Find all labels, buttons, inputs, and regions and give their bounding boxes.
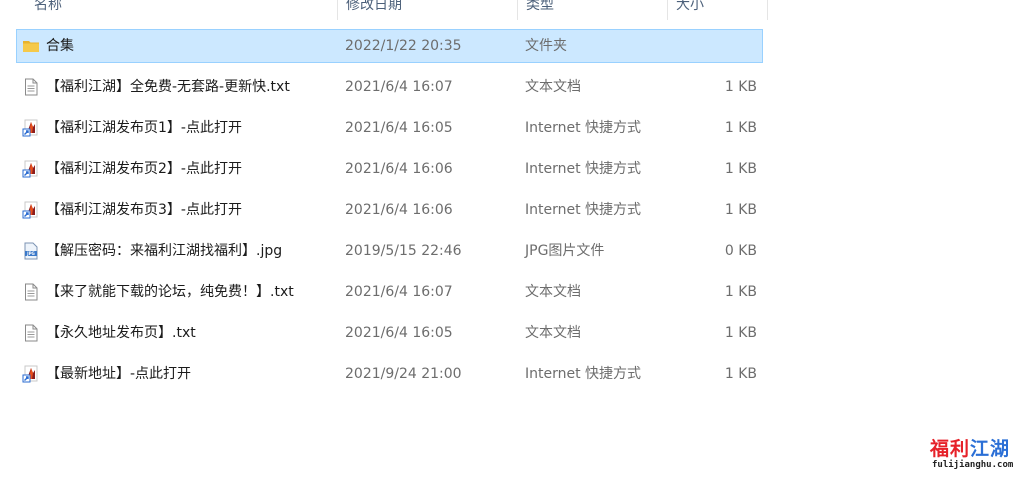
internet-shortcut-icon	[22, 201, 40, 219]
file-name: 【福利江湖发布页2】-点此打开	[46, 161, 242, 177]
file-type: Internet 快捷方式	[525, 161, 642, 177]
file-row[interactable]: 【福利江湖】全免费-无套路-更新快.txt 2021/6/4 16:07 文本文档 1…	[16, 70, 763, 104]
internet-shortcut-icon	[22, 160, 40, 178]
file-name: 【最新地址】-点此打开	[46, 366, 192, 382]
file-date-modified: 2021/6/4 16:05	[345, 325, 453, 341]
column-header-name[interactable]: 名称	[26, 0, 338, 20]
watermark-title-part1: 福利	[930, 438, 971, 460]
file-date-modified: 2021/9/24 21:00	[345, 366, 462, 382]
file-name: 【福利江湖发布页1】-点此打开	[46, 120, 242, 136]
file-date-modified: 2022/1/22 20:35	[345, 38, 462, 54]
file-type: Internet 快捷方式	[525, 202, 642, 218]
file-type: 文本文档	[525, 325, 581, 341]
file-type: 文本文档	[525, 79, 581, 95]
text-file-icon	[22, 324, 40, 342]
text-file-icon	[22, 78, 40, 96]
folder-icon	[22, 37, 40, 55]
file-name: 合集	[46, 38, 74, 54]
column-header-size[interactable]: 大小	[668, 0, 768, 20]
file-size: 1 KB	[724, 325, 757, 341]
column-header-type[interactable]: 类型	[518, 0, 668, 20]
file-name: 【福利江湖发布页3】-点此打开	[46, 202, 242, 218]
file-type: 文本文档	[525, 284, 581, 300]
file-date-modified: 2021/6/4 16:06	[345, 202, 453, 218]
column-header-date-modified[interactable]: 修改日期	[338, 0, 518, 20]
file-name: 【福利江湖】全免费-无套路-更新快.txt	[46, 79, 290, 95]
file-row[interactable]: 【永久地址发布页】.txt 2021/6/4 16:05 文本文档 1 KB	[16, 316, 763, 350]
file-row[interactable]: 【来了就能下载的论坛，纯免费！】.txt 2021/6/4 16:07 文本文档 1 …	[16, 275, 763, 309]
file-size: 1 KB	[724, 366, 757, 382]
file-date-modified: 2021/6/4 16:05	[345, 120, 453, 136]
file-size: 0 KB	[724, 243, 757, 259]
file-row[interactable]: JPG 【解压密码：来福利江湖找福利】.jpg 2019/5/15 22:46 JPG…	[16, 234, 763, 268]
file-size: 1 KB	[724, 161, 757, 177]
file-size: 1 KB	[724, 202, 757, 218]
file-type: JPG图片文件	[525, 243, 605, 259]
fulijianghu-watermark-logo: 福利江湖 fulijianghu.com	[930, 434, 1026, 474]
svg-text:JPG: JPG	[26, 251, 35, 256]
file-size: 1 KB	[724, 120, 757, 136]
file-name: 【来了就能下载的论坛，纯免费！】.txt	[46, 284, 294, 300]
file-row[interactable]: 【福利江湖发布页3】-点此打开 2021/6/4 16:06 Internet 快捷…	[16, 193, 763, 227]
file-row[interactable]: 【最新地址】-点此打开 2021/9/24 21:00 Internet 快捷方式 1…	[16, 357, 763, 391]
text-file-icon	[22, 283, 40, 301]
watermark-title: 福利江湖	[930, 434, 1010, 461]
file-date-modified: 2019/5/15 22:46	[345, 243, 462, 259]
file-row[interactable]: 【福利江湖发布页1】-点此打开 2021/6/4 16:05 Internet 快捷…	[16, 111, 763, 145]
file-date-modified: 2021/6/4 16:06	[345, 161, 453, 177]
file-size: 1 KB	[724, 284, 757, 300]
file-name: 【解压密码：来福利江湖找福利】.jpg	[46, 243, 283, 259]
file-size: 1 KB	[724, 79, 757, 95]
file-row[interactable]: 【福利江湖发布页2】-点此打开 2021/6/4 16:06 Internet 快捷…	[16, 152, 763, 186]
internet-shortcut-icon	[22, 119, 40, 137]
watermark-title-part2: 江湖	[970, 438, 1011, 460]
file-row[interactable]: 合集 2022/1/22 20:35 文件夹	[16, 29, 763, 63]
file-date-modified: 2021/6/4 16:07	[345, 79, 453, 95]
file-type: 文件夹	[525, 38, 567, 54]
column-header-bar: 名称 修改日期 类型 大小	[0, 0, 770, 20]
file-date-modified: 2021/6/4 16:07	[345, 284, 453, 300]
file-name: 【永久地址发布页】.txt	[46, 325, 196, 341]
file-type: Internet 快捷方式	[525, 120, 642, 136]
jpg-file-icon: JPG	[22, 242, 40, 260]
file-type: Internet 快捷方式	[525, 366, 642, 382]
watermark-url: fulijianghu.com	[932, 460, 1014, 470]
internet-shortcut-icon	[22, 365, 40, 383]
